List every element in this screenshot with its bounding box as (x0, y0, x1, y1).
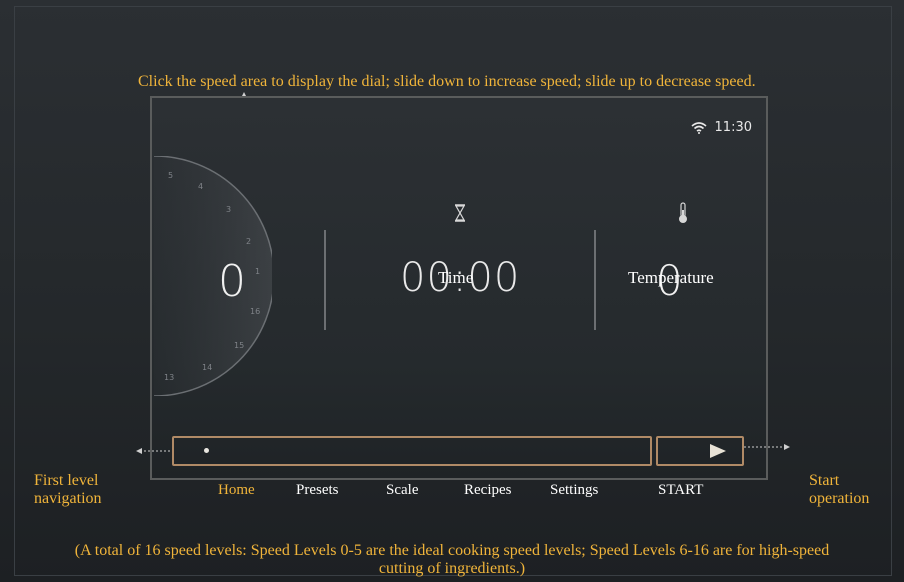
dial-tick-1: 1 (255, 267, 260, 276)
nav-recipes[interactable]: Recipes (464, 482, 511, 499)
speed-dial-graphic: 5 4 3 2 1 16 15 14 13 (154, 156, 272, 396)
navigation-bar[interactable] (172, 436, 652, 466)
clock-time: 11:30 (714, 120, 752, 135)
time-label: Time (438, 268, 474, 287)
speed-levels-note: (A total of 16 speed levels: Speed Level… (74, 542, 830, 577)
dial-tick-14: 14 (202, 363, 212, 372)
speed-value[interactable]: 0 (218, 256, 246, 307)
nav-settings[interactable]: Settings (550, 482, 598, 499)
play-icon (710, 444, 726, 458)
dial-tick-5: 5 (168, 171, 173, 180)
start-right-arrow (744, 444, 790, 450)
nav-presets[interactable]: Presets (296, 482, 339, 499)
first-level-navigation-note: First level navigation (34, 472, 102, 507)
dial-tick-4: 4 (198, 182, 203, 191)
speed-dial-annotation: Click the speed area to display the dial… (138, 73, 756, 90)
device-screen: 11:30 5 4 3 2 1 16 15 14 13 0 00:00 Time… (150, 96, 768, 498)
divider-right (594, 230, 596, 330)
hourglass-icon (454, 204, 466, 227)
thermometer-icon (677, 202, 689, 229)
dial-tick-13: 13 (164, 373, 174, 382)
start-operation-note: Start operation (809, 472, 870, 507)
dial-tick-15: 15 (234, 341, 244, 350)
nav-start[interactable]: START (658, 482, 703, 499)
dial-tick-2: 2 (246, 237, 251, 246)
nav-scale[interactable]: Scale (386, 482, 418, 499)
status-bar: 11:30 (691, 120, 752, 135)
dial-tick-16: 16 (250, 307, 260, 316)
nav-left-arrow (136, 448, 170, 454)
nav-home[interactable]: Home (218, 482, 255, 499)
temperature-label: Temperature (628, 268, 714, 287)
start-button[interactable] (656, 436, 744, 466)
wifi-icon (691, 121, 707, 134)
speed-dial[interactable]: 5 4 3 2 1 16 15 14 13 (154, 156, 272, 396)
dial-tick-3: 3 (226, 205, 231, 214)
divider-left (324, 230, 326, 330)
nav-indicator-dot (204, 448, 209, 453)
